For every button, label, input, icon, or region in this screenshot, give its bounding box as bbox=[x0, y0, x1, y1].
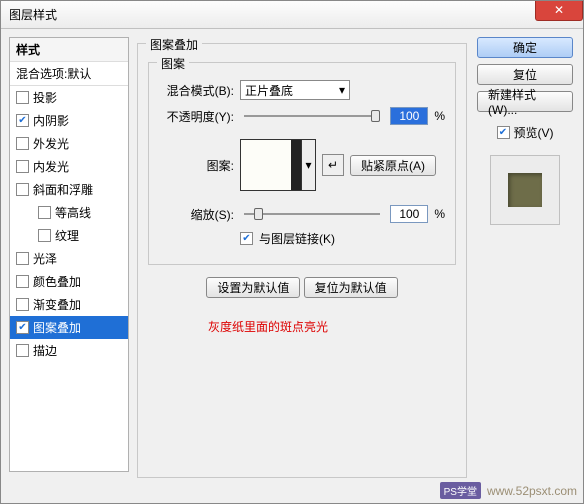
styles-header[interactable]: 样式 bbox=[10, 38, 128, 62]
style-checkbox[interactable] bbox=[38, 206, 51, 219]
preview-thumbnail bbox=[490, 155, 560, 225]
style-row-7[interactable]: 光泽 bbox=[10, 247, 128, 270]
chevron-down-icon: ▾ bbox=[305, 158, 311, 172]
style-row-10[interactable]: ✔ 图案叠加 bbox=[10, 316, 128, 339]
chevron-down-icon: ▾ bbox=[339, 83, 345, 97]
watermark-badge: PS学堂 bbox=[440, 482, 481, 499]
percent-label: % bbox=[434, 207, 445, 221]
style-checkbox[interactable] bbox=[38, 229, 51, 242]
style-label: 描边 bbox=[33, 342, 57, 359]
blend-mode-label: 混合模式(B): bbox=[159, 82, 234, 99]
style-label: 渐变叠加 bbox=[33, 296, 81, 313]
style-row-11[interactable]: 描边 bbox=[10, 339, 128, 362]
link-with-layer-checkbox[interactable]: ✔ bbox=[240, 232, 253, 245]
window-title: 图层样式 bbox=[9, 6, 57, 23]
watermark: PS学堂 www.52psxt.com bbox=[440, 482, 577, 499]
close-icon: ✕ bbox=[554, 3, 564, 17]
style-checkbox[interactable] bbox=[16, 183, 29, 196]
style-label: 图案叠加 bbox=[33, 319, 81, 336]
blend-mode-combobox[interactable]: 正片叠底 ▾ bbox=[240, 80, 350, 100]
reset-to-default-button[interactable]: 复位为默认值 bbox=[304, 277, 398, 298]
preview-label: 预览(V) bbox=[514, 124, 554, 141]
style-label: 颜色叠加 bbox=[33, 273, 81, 290]
style-checkbox[interactable] bbox=[16, 91, 29, 104]
pattern-picker-button[interactable]: ▾ bbox=[302, 139, 316, 191]
style-label: 外发光 bbox=[33, 135, 69, 152]
preview-checkbox[interactable]: ✔ bbox=[497, 126, 510, 139]
ok-button[interactable]: 确定 bbox=[477, 37, 573, 58]
style-checkbox[interactable]: ✔ bbox=[16, 114, 29, 127]
titlebar[interactable]: 图层样式 ✕ bbox=[1, 1, 583, 29]
style-label: 斜面和浮雕 bbox=[33, 181, 93, 198]
opacity-label: 不透明度(Y): bbox=[159, 108, 234, 125]
style-label: 光泽 bbox=[33, 250, 57, 267]
group-title-inner: 图案 bbox=[157, 55, 189, 72]
style-row-5[interactable]: 等高线 bbox=[10, 201, 128, 224]
preview-inner bbox=[508, 173, 542, 207]
new-style-button[interactable]: 新建样式(W)... bbox=[477, 91, 573, 112]
style-row-8[interactable]: 颜色叠加 bbox=[10, 270, 128, 293]
snap-to-origin-button[interactable]: 贴紧原点(A) bbox=[350, 155, 436, 176]
group-title-outer: 图案叠加 bbox=[146, 36, 202, 53]
percent-label: % bbox=[434, 109, 445, 123]
pattern-overlay-group: 图案叠加 图案 混合模式(B): 正片叠底 ▾ 不透明度(Y): 100 bbox=[137, 43, 467, 478]
style-checkbox[interactable] bbox=[16, 137, 29, 150]
new-preset-icon: ↵ bbox=[328, 158, 338, 172]
style-row-4[interactable]: 斜面和浮雕 bbox=[10, 178, 128, 201]
style-label: 等高线 bbox=[55, 204, 91, 221]
watermark-url: www.52psxt.com bbox=[487, 484, 577, 498]
style-row-1[interactable]: ✔ 内阴影 bbox=[10, 109, 128, 132]
opacity-input[interactable]: 100 bbox=[390, 107, 428, 125]
style-row-2[interactable]: 外发光 bbox=[10, 132, 128, 155]
new-pattern-preset-button[interactable]: ↵ bbox=[322, 154, 344, 176]
style-row-6[interactable]: 纹理 bbox=[10, 224, 128, 247]
blend-options-row[interactable]: 混合选项:默认 bbox=[10, 62, 128, 86]
style-row-3[interactable]: 内发光 bbox=[10, 155, 128, 178]
pattern-label: 图案: bbox=[159, 157, 234, 174]
blend-mode-value: 正片叠底 bbox=[245, 82, 293, 99]
close-button[interactable]: ✕ bbox=[535, 1, 583, 21]
style-label: 内阴影 bbox=[33, 112, 69, 129]
annotation-text: 灰度纸里面的斑点亮光 bbox=[208, 318, 456, 335]
style-checkbox[interactable] bbox=[16, 252, 29, 265]
style-label: 内发光 bbox=[33, 158, 69, 175]
style-label: 纹理 bbox=[55, 227, 79, 244]
scale-input[interactable]: 100 bbox=[390, 205, 428, 223]
style-checkbox[interactable] bbox=[16, 344, 29, 357]
style-checkbox[interactable] bbox=[16, 275, 29, 288]
cancel-button[interactable]: 复位 bbox=[477, 64, 573, 85]
layer-style-dialog: 图层样式 ✕ 样式 混合选项:默认 投影 ✔ 内阴影外发光内发光斜面和浮雕等高线纹理… bbox=[0, 0, 584, 504]
style-checkbox[interactable] bbox=[16, 160, 29, 173]
opacity-slider[interactable] bbox=[244, 115, 380, 117]
style-checkbox[interactable] bbox=[16, 298, 29, 311]
pattern-group: 图案 混合模式(B): 正片叠底 ▾ 不透明度(Y): 100 % bbox=[148, 62, 456, 265]
styles-panel: 样式 混合选项:默认 投影 ✔ 内阴影外发光内发光斜面和浮雕等高线纹理光泽颜色叠加渐… bbox=[9, 37, 129, 472]
link-with-layer-label: 与图层链接(K) bbox=[259, 230, 335, 247]
style-row-0[interactable]: 投影 bbox=[10, 86, 128, 109]
pattern-swatch[interactable] bbox=[240, 139, 302, 191]
style-checkbox[interactable]: ✔ bbox=[16, 321, 29, 334]
style-label: 投影 bbox=[33, 89, 57, 106]
scale-label: 缩放(S): bbox=[159, 206, 234, 223]
style-row-9[interactable]: 渐变叠加 bbox=[10, 293, 128, 316]
scale-slider[interactable] bbox=[244, 213, 380, 215]
make-default-button[interactable]: 设置为默认值 bbox=[206, 277, 300, 298]
